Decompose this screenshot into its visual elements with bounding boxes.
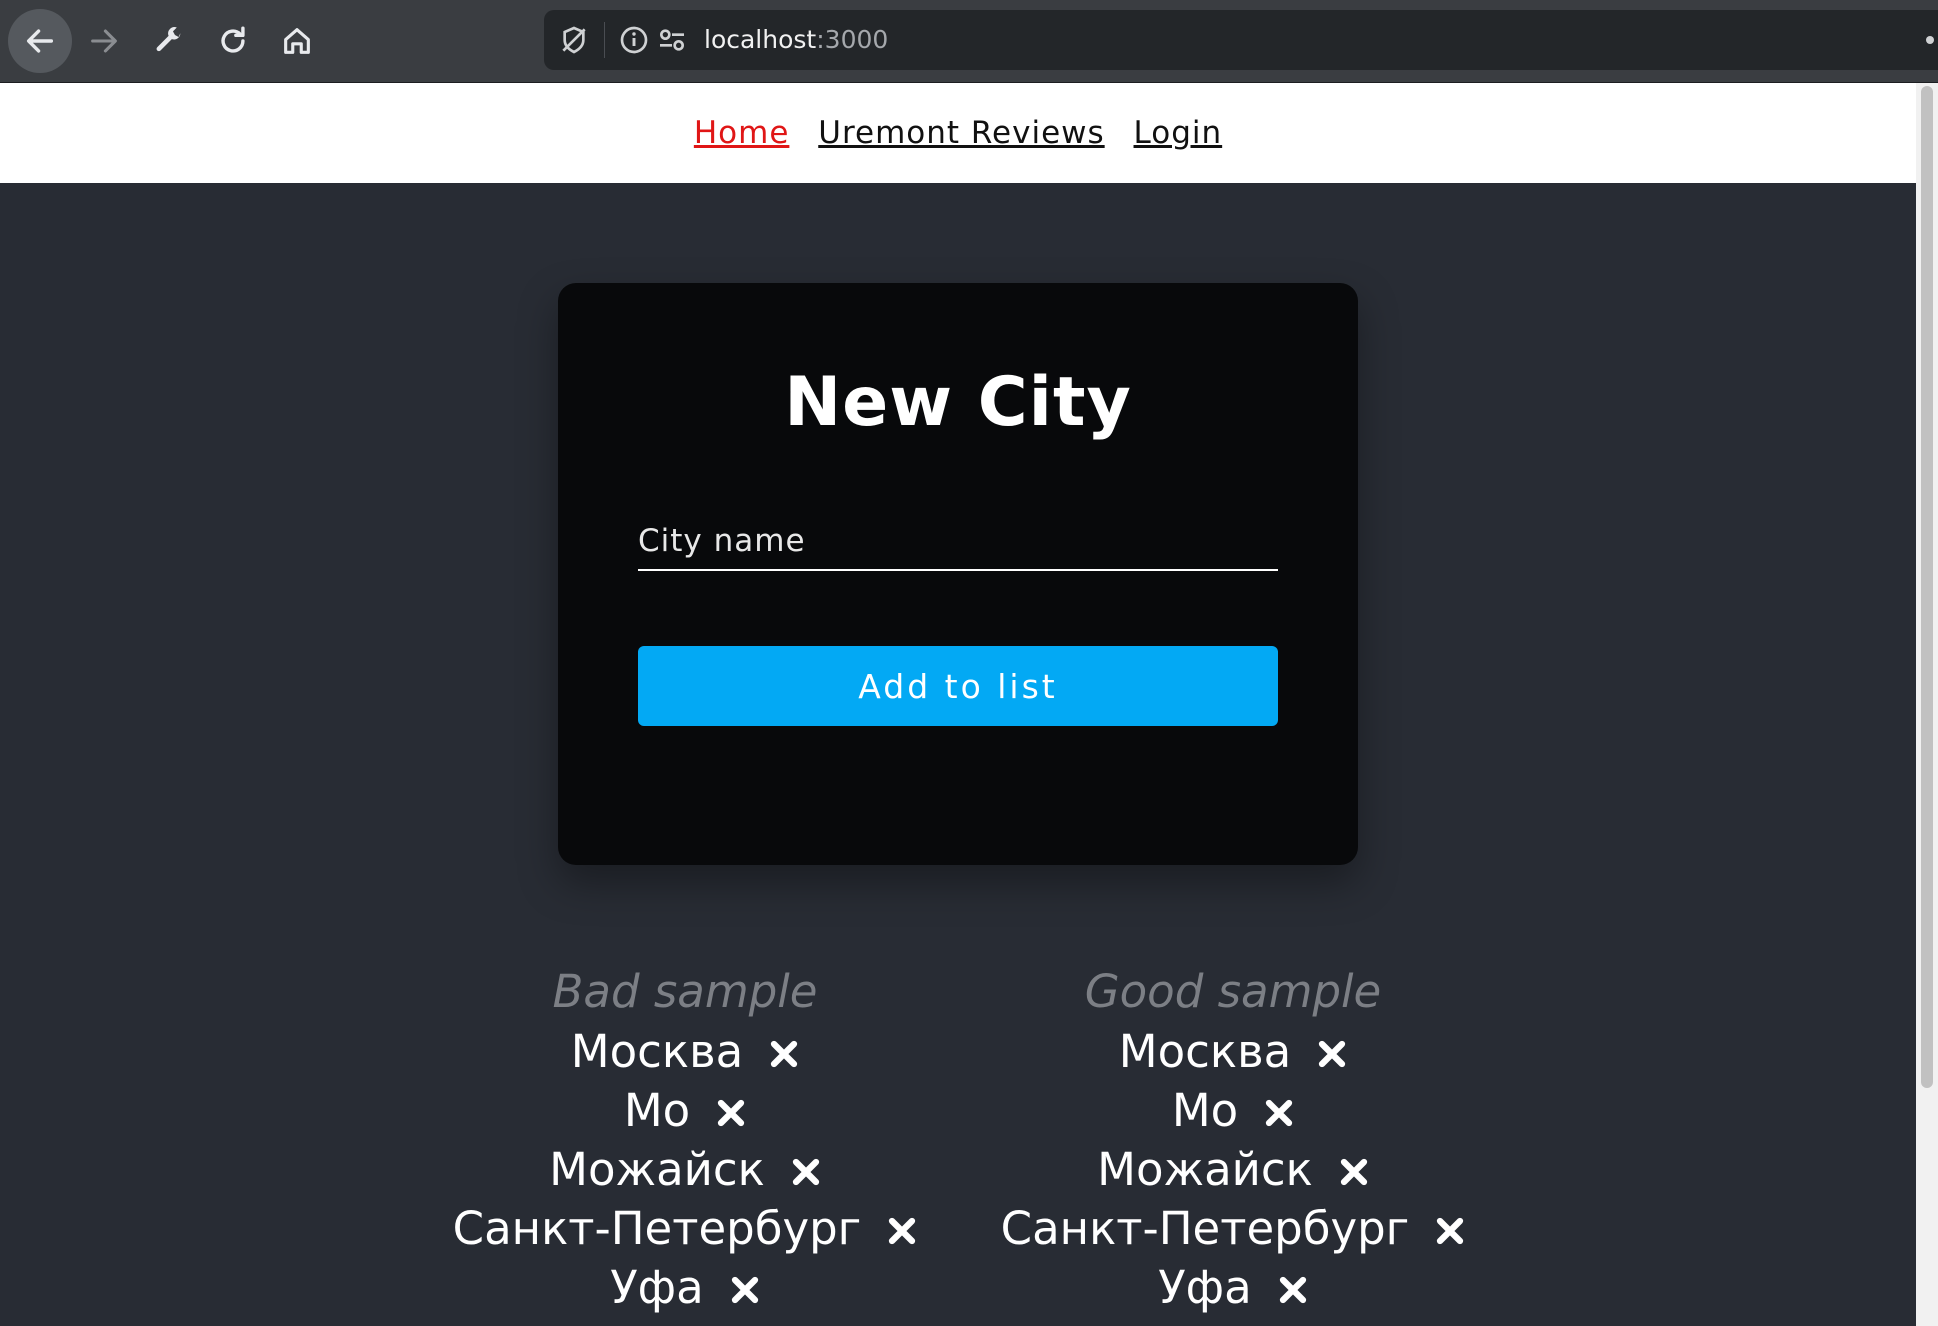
reload-button[interactable]: [201, 9, 265, 73]
top-navigation: Home Uremont Reviews Login: [0, 83, 1916, 183]
list-item: Москва: [405, 1022, 965, 1081]
remove-icon[interactable]: [1317, 1039, 1347, 1069]
remove-icon[interactable]: [1435, 1216, 1465, 1246]
scrollbar-thumb[interactable]: [1921, 86, 1933, 1088]
card-title: New City: [784, 363, 1132, 442]
remove-icon[interactable]: [769, 1039, 799, 1069]
remove-icon[interactable]: [730, 1275, 760, 1305]
nav-link-home[interactable]: Home: [694, 115, 790, 151]
list-item: Уфа: [405, 1258, 965, 1317]
add-to-list-button[interactable]: Add to list: [638, 646, 1278, 726]
city-name-input[interactable]: [638, 513, 1278, 571]
url-port: :3000: [816, 25, 889, 54]
bad-sample-heading: Bad sample: [552, 965, 818, 1018]
home-icon: [284, 28, 310, 54]
city-name: Уфа: [1158, 1261, 1252, 1314]
remove-icon[interactable]: [1339, 1157, 1369, 1187]
address-bar[interactable]: localhost:3000: [544, 10, 1938, 70]
list-item: Москва: [953, 1022, 1513, 1081]
customize-button[interactable]: [137, 9, 201, 73]
good-sample-list: Good sample Москва Мо Можайск Санкт-Пете…: [953, 962, 1513, 1317]
remove-icon[interactable]: [887, 1216, 917, 1246]
divider: [604, 22, 605, 58]
list-item: Мо: [953, 1081, 1513, 1140]
browser-toolbar: localhost:3000: [0, 0, 1938, 83]
list-item: Уфа: [953, 1258, 1513, 1317]
city-name: Санкт-Петербург: [1000, 1202, 1410, 1255]
remove-icon[interactable]: [716, 1098, 746, 1128]
back-arrow-icon: [26, 29, 54, 53]
good-sample-heading: Good sample: [1084, 965, 1382, 1018]
list-item: Можайск: [405, 1140, 965, 1199]
back-button[interactable]: [8, 9, 72, 73]
remove-icon[interactable]: [1278, 1275, 1308, 1305]
list-item: Мо: [405, 1081, 965, 1140]
page-action-dot[interactable]: [1926, 36, 1934, 44]
city-name: Можайск: [549, 1143, 765, 1196]
list-item: Санкт-Петербург: [953, 1199, 1513, 1258]
nav-link-login[interactable]: Login: [1134, 115, 1223, 151]
city-name: Санкт-Петербург: [452, 1202, 862, 1255]
info-icon[interactable]: [618, 24, 650, 56]
remove-icon[interactable]: [791, 1157, 821, 1187]
tracking-protection-icon[interactable]: [558, 24, 590, 56]
city-name: Москва: [570, 1025, 744, 1078]
bad-sample-list: Bad sample Москва Мо Можайск Санкт-Петер…: [405, 962, 965, 1317]
wrench-icon: [156, 27, 181, 52]
new-city-card: New City Add to list: [558, 283, 1358, 865]
list-item: Санкт-Петербург: [405, 1199, 965, 1258]
nav-link-uremont-reviews[interactable]: Uremont Reviews: [818, 115, 1104, 151]
list-item: Можайск: [953, 1140, 1513, 1199]
reload-icon: [221, 26, 245, 53]
site-settings-icon[interactable]: [656, 24, 688, 56]
home-button[interactable]: [265, 9, 329, 73]
city-name: Уфа: [610, 1261, 704, 1314]
city-name: Можайск: [1097, 1143, 1313, 1196]
forward-button[interactable]: [72, 9, 136, 73]
forward-arrow-icon: [91, 29, 117, 53]
url-host: localhost: [704, 25, 817, 54]
url-text: localhost:3000: [704, 24, 888, 56]
city-name: Мо: [623, 1084, 691, 1137]
city-name: Москва: [1118, 1025, 1292, 1078]
remove-icon[interactable]: [1264, 1098, 1294, 1128]
city-name: Мо: [1171, 1084, 1239, 1137]
